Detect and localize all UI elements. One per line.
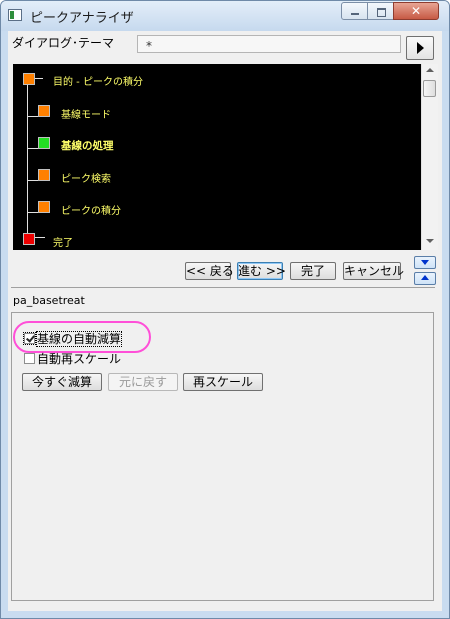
auto-subtract-checkbox[interactable] (23, 332, 36, 345)
arrow-right-icon (417, 42, 424, 54)
tree-label-peak-integration[interactable]: ピークの積分 (61, 202, 121, 217)
scroll-up-icon[interactable] (426, 68, 434, 72)
page-name: pa_basetreat (13, 294, 85, 307)
app-icon (8, 9, 22, 21)
window-title: ピークアナライザ (30, 11, 134, 26)
tree-label-goal[interactable]: 目的 - ピークの積分 (53, 73, 143, 88)
maximize-button[interactable] (367, 2, 394, 20)
wizard-step-tree: 目的 - ピークの積分 基線モード 基線の処理 ピーク検索 ピークの積分 完了 (13, 64, 421, 250)
triangle-down-icon (421, 260, 429, 265)
subtract-now-button[interactable]: 今すぐ減算 (22, 373, 102, 391)
auto-rescale-option[interactable]: 自動再スケール (24, 350, 121, 367)
dialog-theme-field[interactable]: * (137, 35, 401, 53)
rescale-button[interactable]: 再スケール (183, 373, 263, 391)
tree-label-baseline-treatment[interactable]: 基線の処理 (61, 138, 114, 153)
undo-button: 元に戻す (108, 373, 178, 391)
tree-label-baseline-mode[interactable]: 基線モード (61, 106, 111, 121)
close-button[interactable]: ✕ (393, 2, 439, 20)
tree-trunk-line (27, 82, 28, 238)
tree-node-goal[interactable] (23, 73, 35, 85)
auto-rescale-label[interactable]: 自動再スケール (37, 352, 121, 366)
triangle-up-icon (421, 275, 429, 280)
tree-node-peak-integration[interactable] (38, 201, 50, 213)
dialog-theme-label: ダイアログ･テーマ (12, 36, 115, 50)
close-icon: ✕ (410, 4, 422, 18)
divider (11, 287, 435, 288)
cancel-button[interactable]: キャンセル (343, 262, 404, 280)
dialog-client-area: ダイアログ･テーマ * 目的 - ピークの積分 基線モード 基線の処理 ピーク検… (8, 31, 442, 611)
finish-button[interactable]: 完了 (290, 262, 336, 280)
tree-node-finish[interactable] (23, 233, 35, 245)
next-button[interactable]: 進む >> (237, 262, 286, 280)
options-panel: 基線の自動減算 自動再スケール 今すぐ減算 元に戻す 再スケール (11, 312, 434, 601)
tree-node-baseline-mode[interactable] (38, 105, 50, 117)
back-button[interactable]: << 戻る (185, 262, 234, 280)
scroll-down-icon[interactable] (426, 239, 434, 243)
expand-down-button[interactable] (414, 256, 436, 269)
tree-node-peak-search[interactable] (38, 169, 50, 181)
auto-subtract-label[interactable]: 基線の自動減算 (35, 331, 123, 347)
tree-scrollbar[interactable] (421, 64, 438, 250)
dialog-window: ピークアナライザ ✕ ダイアログ･テーマ * 目的 - ピークの積分 基線モード… (0, 0, 450, 619)
auto-rescale-checkbox[interactable] (24, 353, 35, 364)
scroll-thumb[interactable] (423, 80, 436, 97)
minimize-button[interactable] (341, 2, 368, 20)
auto-subtract-option[interactable]: 基線の自動減算 (23, 330, 123, 347)
tree-label-finish[interactable]: 完了 (53, 234, 73, 249)
tree-branch-line (34, 78, 43, 79)
tree-node-baseline-treatment[interactable] (38, 137, 50, 149)
title-bar[interactable]: ピークアナライザ ✕ (1, 1, 449, 31)
theme-menu-button[interactable] (406, 36, 434, 60)
collapse-up-button[interactable] (414, 272, 436, 285)
tree-label-peak-search[interactable]: ピーク検索 (61, 170, 111, 185)
